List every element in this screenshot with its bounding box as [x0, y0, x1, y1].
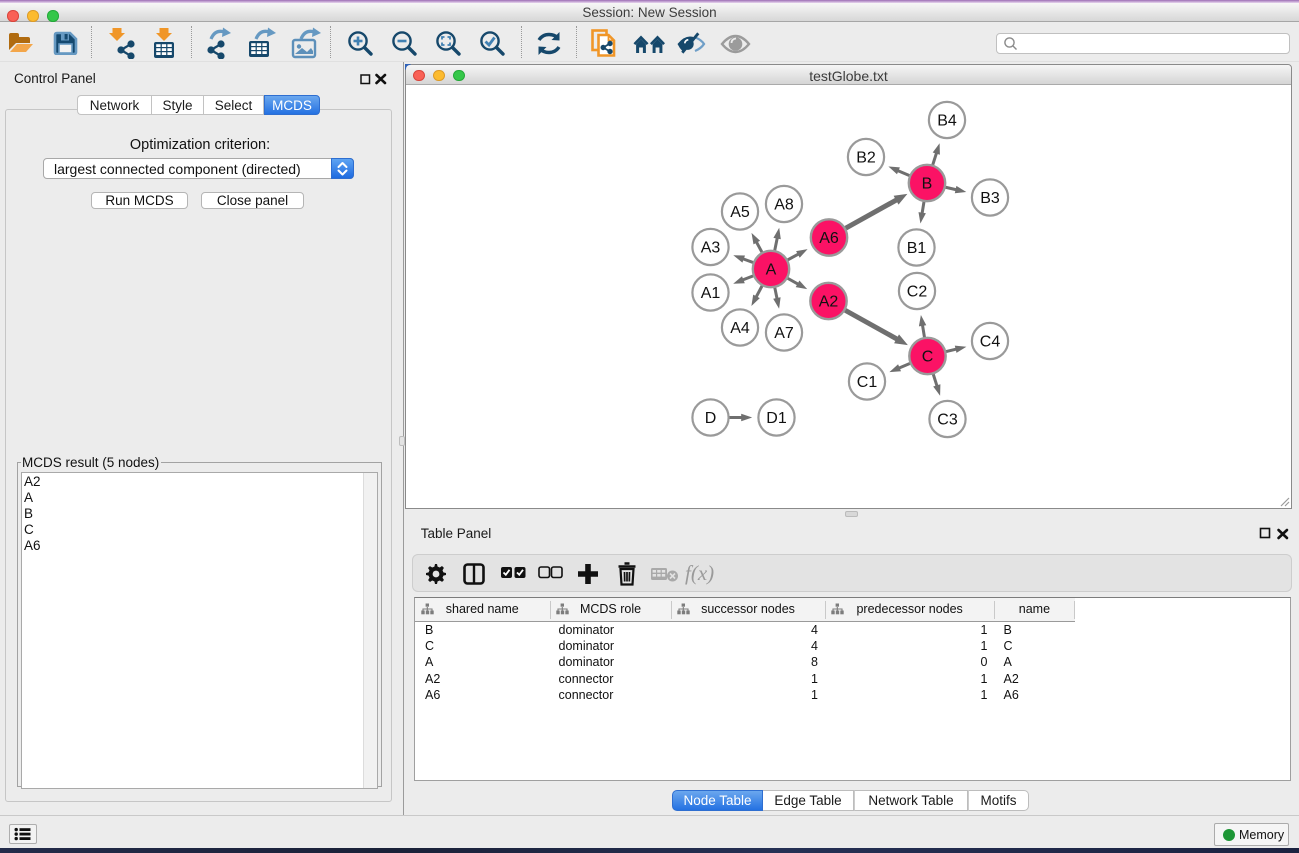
svg-text:A4: A4: [730, 320, 750, 337]
svg-text:C3: C3: [937, 412, 958, 429]
svg-text:A2: A2: [819, 294, 839, 311]
svg-text:B2: B2: [856, 150, 876, 167]
svg-text:A6: A6: [819, 230, 839, 247]
svg-text:D1: D1: [766, 410, 787, 427]
svg-text:B: B: [922, 176, 933, 193]
svg-text:A5: A5: [730, 204, 750, 221]
svg-text:C4: C4: [980, 334, 1001, 351]
svg-text:B4: B4: [937, 113, 957, 130]
svg-text:C1: C1: [857, 374, 878, 391]
svg-text:B3: B3: [980, 190, 1000, 207]
svg-text:D: D: [705, 410, 717, 427]
svg-text:B1: B1: [907, 240, 927, 257]
svg-text:C2: C2: [907, 284, 928, 301]
svg-text:A3: A3: [701, 240, 721, 257]
svg-text:A7: A7: [774, 325, 794, 342]
svg-text:A8: A8: [774, 197, 794, 214]
svg-text:A1: A1: [701, 285, 721, 302]
svg-text:C: C: [922, 349, 934, 366]
svg-text:A: A: [766, 262, 777, 279]
